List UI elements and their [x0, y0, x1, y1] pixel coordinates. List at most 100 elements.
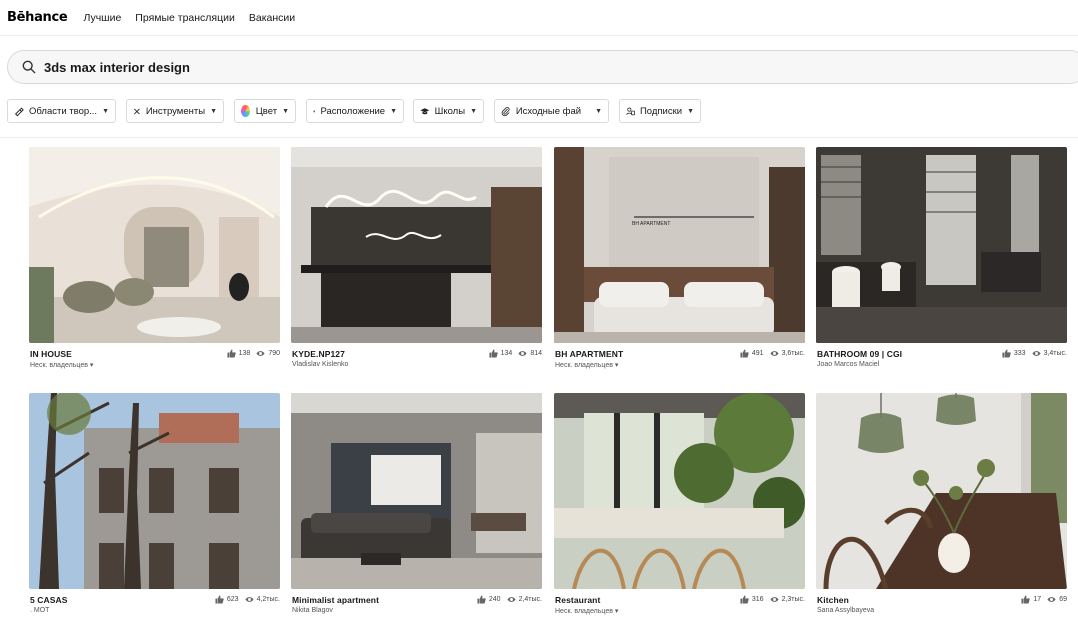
- likes-count: 134: [500, 350, 513, 357]
- filter-source-files[interactable]: Исходные фай ▼: [494, 99, 609, 123]
- color-wheel-icon: [241, 105, 250, 117]
- project-stats: 333 3,4тыс.: [1002, 349, 1067, 358]
- likes-count: 491: [751, 350, 764, 357]
- project-title[interactable]: Restaurant: [555, 595, 600, 605]
- location-pin-icon: [313, 109, 315, 113]
- thumbs-up-icon: [740, 595, 749, 604]
- eye-icon: [770, 351, 779, 356]
- filter-label: Цвет: [255, 105, 278, 117]
- project-stats: 623 4,2тыс.: [215, 595, 280, 604]
- project-stats: 138 790: [227, 349, 280, 358]
- filter-location[interactable]: Расположение ▼: [306, 99, 404, 123]
- eye-icon: [245, 597, 254, 602]
- project-thumbnail[interactable]: [29, 147, 280, 343]
- project-thumbnail[interactable]: [816, 147, 1067, 343]
- project-thumbnail[interactable]: [29, 393, 280, 589]
- project-owner[interactable]: Vladislav Kislenko: [292, 361, 348, 368]
- chevron-down-icon: ▼: [470, 107, 477, 115]
- divider: [0, 137, 1078, 138]
- filter-schools[interactable]: Школы ▼: [413, 99, 484, 123]
- project-owner[interactable]: Joao Marcos Maciel: [817, 361, 879, 368]
- views-count: 69: [1059, 596, 1067, 603]
- views-count: 3,4тыс.: [1043, 350, 1067, 357]
- tools-icon: [134, 108, 140, 114]
- behance-logo[interactable]: Bēhance: [7, 10, 68, 25]
- project-owner[interactable]: Sana Assylbayeva: [817, 607, 874, 614]
- project-card[interactable]: IN HOUSE Неск. владельцев ▾ 138 790: [29, 147, 280, 372]
- filter-tools[interactable]: Инструменты ▼: [126, 99, 224, 123]
- project-thumbnail[interactable]: [291, 147, 542, 343]
- search-icon: [22, 60, 36, 74]
- likes-count: 623: [226, 596, 239, 603]
- project-owner[interactable]: Неск. владельцев ▾: [555, 607, 618, 615]
- top-navigation: Bēhance Лучшие Прямые трансляции Ваканси…: [0, 0, 1078, 36]
- project-thumbnail[interactable]: [291, 393, 542, 589]
- likes-count: 138: [238, 350, 251, 357]
- project-card[interactable]: BH APARTMENT BH APARTMENT Неск. владельц…: [554, 147, 805, 372]
- project-card[interactable]: 5 CASAS . MOT 623 4,2тыс.: [29, 393, 280, 618]
- thumbs-up-icon: [489, 349, 498, 358]
- project-title[interactable]: BATHROOM 09 | CGI: [817, 349, 902, 359]
- project-thumbnail[interactable]: BH APARTMENT: [554, 147, 805, 343]
- filter-label: Области твор...: [29, 105, 98, 117]
- chevron-down-icon: ▼: [595, 107, 602, 115]
- project-title[interactable]: Minimalist apartment: [292, 595, 379, 605]
- nav-link-livestreams[interactable]: Прямые трансляции: [135, 12, 235, 24]
- project-thumbnail[interactable]: [816, 393, 1067, 589]
- eye-icon: [256, 351, 265, 356]
- likes-count: 17: [1033, 596, 1042, 603]
- project-stats: 240 2,4тыс.: [477, 595, 542, 604]
- eye-icon: [518, 351, 527, 356]
- project-title[interactable]: IN HOUSE: [30, 349, 72, 359]
- chevron-down-icon: ▼: [282, 107, 289, 115]
- filter-label: Расположение: [320, 105, 386, 117]
- thumbs-up-icon: [477, 595, 486, 604]
- paperclip-icon: [501, 106, 510, 116]
- filter-creative-fields[interactable]: Области твор... ▼: [7, 99, 116, 123]
- project-thumbnail[interactable]: [554, 393, 805, 589]
- project-stats: 134 814: [489, 349, 542, 358]
- views-count: 2,4тыс.: [518, 596, 542, 603]
- project-title[interactable]: BH APARTMENT: [555, 349, 623, 359]
- project-card[interactable]: Minimalist apartment Nikita Blagov 240 2…: [291, 393, 542, 618]
- chevron-down-icon: ▼: [102, 107, 109, 115]
- project-card[interactable]: Kitchen Sana Assylbayeva 17 69: [816, 393, 1067, 618]
- search-bar[interactable]: 3ds max interior design: [7, 50, 1078, 84]
- chevron-down-icon: ▼: [390, 107, 397, 115]
- project-owner[interactable]: Неск. владельцев ▾: [30, 361, 93, 369]
- project-card[interactable]: BATHROOM 09 | CGI Joao Marcos Maciel 333…: [816, 147, 1067, 372]
- eye-icon: [770, 597, 779, 602]
- likes-count: 240: [488, 596, 501, 603]
- project-card[interactable]: KYDE.NP127 Vladislav Kislenko 134 814: [291, 147, 542, 372]
- project-stats: 316 2,3тыс.: [740, 595, 805, 604]
- project-card[interactable]: Restaurant Неск. владельцев ▾ 316 2,3тыс…: [554, 393, 805, 618]
- project-title[interactable]: Kitchen: [817, 595, 849, 605]
- bh-apartment-sign: BH APARTMENT: [632, 221, 670, 227]
- eye-icon: [1047, 597, 1056, 602]
- likes-count: 316: [751, 596, 764, 603]
- views-count: 2,3тыс.: [781, 596, 805, 603]
- project-owner[interactable]: Nikita Blagov: [292, 607, 333, 614]
- nav-link-jobs[interactable]: Вакансии: [249, 12, 295, 24]
- thumbs-up-icon: [1021, 595, 1031, 604]
- thumbs-up-icon: [1002, 349, 1011, 358]
- project-owner[interactable]: Неск. владельцев ▾: [555, 361, 618, 369]
- thumbs-up-icon: [227, 349, 236, 358]
- project-owner[interactable]: . MOT: [30, 607, 49, 614]
- eye-icon: [507, 597, 516, 602]
- project-title[interactable]: KYDE.NP127: [292, 349, 345, 359]
- paint-icon: [15, 107, 24, 116]
- views-count: 814: [530, 350, 542, 357]
- filter-subscriptions[interactable]: Подписки ▼: [619, 99, 701, 123]
- nav-link-best[interactable]: Лучшие: [83, 12, 121, 24]
- project-stats: 491 3,6тыс.: [740, 349, 805, 358]
- graduation-cap-icon: [420, 107, 430, 114]
- subscription-icon: [626, 107, 635, 115]
- filter-label: Подписки: [639, 105, 683, 117]
- project-stats: 17 69: [1021, 595, 1067, 604]
- search-input[interactable]: 3ds max interior design: [44, 60, 190, 75]
- project-title[interactable]: 5 CASAS: [30, 595, 68, 605]
- filter-color[interactable]: Цвет ▼: [234, 99, 296, 123]
- filter-label: Школы: [434, 105, 466, 117]
- thumbs-up-icon: [215, 595, 224, 604]
